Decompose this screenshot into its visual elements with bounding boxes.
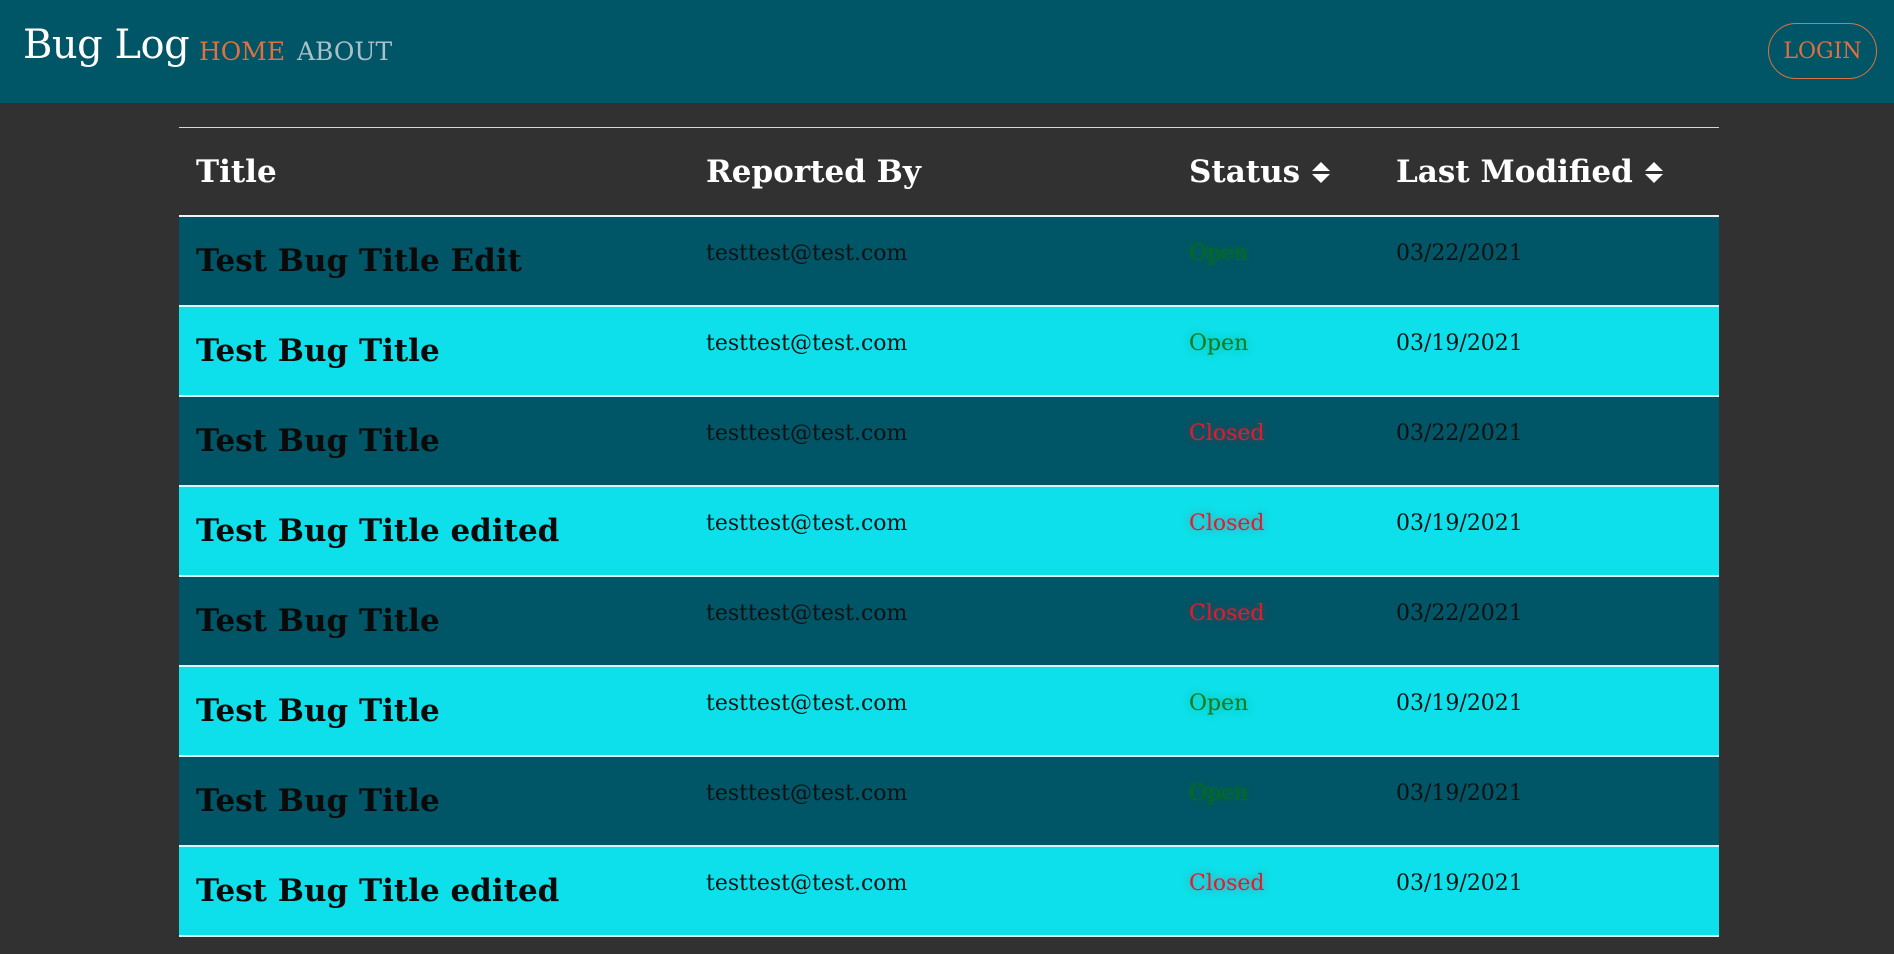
cell-reported-by: testtest@test.com xyxy=(706,691,908,716)
cell-reported-by: testtest@test.com xyxy=(706,511,908,536)
cell-last-modified: 03/22/2021 xyxy=(1396,241,1523,266)
cell-last-modified: 03/19/2021 xyxy=(1396,511,1523,536)
cell-last-modified: 03/19/2021 xyxy=(1396,691,1523,716)
cell-reported-by: testtest@test.com xyxy=(706,331,908,356)
cell-reported-by: testtest@test.com xyxy=(706,421,908,446)
cell-last-modified: 03/22/2021 xyxy=(1396,421,1523,446)
column-header-label: Last Modified xyxy=(1396,154,1633,190)
column-header-label: Title xyxy=(196,154,277,190)
sort-icon[interactable] xyxy=(1312,161,1331,183)
cell-status: Open xyxy=(1189,781,1249,806)
bug-table: Title Reported By Status Last Modified T… xyxy=(179,127,1719,954)
cell-last-modified: 03/19/2021 xyxy=(1396,331,1523,356)
table-row[interactable]: Test Bug Title edited testtest@test.com Cl… xyxy=(179,487,1719,577)
cell-status: Open xyxy=(1189,331,1249,356)
nav-link-home[interactable]: HOME xyxy=(199,37,285,66)
column-header-label: Status xyxy=(1189,154,1301,190)
cell-last-modified: 03/19/2021 xyxy=(1396,871,1523,896)
column-header-label: Reported By xyxy=(706,154,921,190)
cell-title: Test Bug Title xyxy=(196,603,440,639)
cell-title: Test Bug Title xyxy=(196,783,440,819)
cell-reported-by: testtest@test.com xyxy=(706,871,908,896)
table-row[interactable]: Test Bug Title testtest@test.com Open 03/19… xyxy=(179,757,1719,847)
table-row[interactable]: Test Bug Title testtest@test.com Closed 03/… xyxy=(179,577,1719,667)
cell-status: Closed xyxy=(1189,511,1265,536)
cell-title: Test Bug Title xyxy=(196,423,440,459)
table-row[interactable]: Test Bug Title edited testtest@test.com Cl… xyxy=(179,847,1719,937)
cell-title: Test Bug Title Edit xyxy=(196,243,522,279)
table-row[interactable]: Test Bug Title testtest@test.com Closed 03/… xyxy=(179,397,1719,487)
cell-title: Test Bug Title xyxy=(196,693,440,729)
table-row[interactable]: Test Bug Title Edit testtest@test.com Open… xyxy=(179,217,1719,307)
column-header-title: Title xyxy=(196,154,277,190)
cell-last-modified: 03/22/2021 xyxy=(1396,601,1523,626)
nav-link-about[interactable]: ABOUT xyxy=(297,37,392,66)
cell-status: Closed xyxy=(1189,601,1265,626)
login-button[interactable]: LOGIN xyxy=(1768,23,1877,79)
table-body: Test Bug Title Edit testtest@test.com Open… xyxy=(179,217,1719,937)
column-header-status[interactable]: Status xyxy=(1189,154,1331,190)
table-row[interactable]: Test Bug Title testtest@test.com Open 03/19… xyxy=(179,307,1719,397)
cell-title: Test Bug Title edited xyxy=(196,873,560,909)
cell-status: Open xyxy=(1189,241,1249,266)
table-header: Title Reported By Status Last Modified xyxy=(179,128,1719,217)
cell-reported-by: testtest@test.com xyxy=(706,781,908,806)
column-header-last-modified[interactable]: Last Modified xyxy=(1396,154,1663,190)
cell-last-modified: 03/19/2021 xyxy=(1396,781,1523,806)
sort-icon[interactable] xyxy=(1644,161,1663,183)
cell-title: Test Bug Title xyxy=(196,333,440,369)
cell-reported-by: testtest@test.com xyxy=(706,601,908,626)
cell-status: Closed xyxy=(1189,421,1265,446)
cell-title: Test Bug Title edited xyxy=(196,513,560,549)
table-row[interactable]: Test Bug Title testtest@test.com Open 03/19… xyxy=(179,667,1719,757)
navbar: Bug Log HOME ABOUT LOGIN xyxy=(0,0,1894,103)
cell-status: Closed xyxy=(1189,871,1265,896)
brand-logo[interactable]: Bug Log xyxy=(23,22,190,68)
column-header-reported-by: Reported By xyxy=(706,154,921,190)
cell-reported-by: testtest@test.com xyxy=(706,241,908,266)
cell-status: Open xyxy=(1189,691,1249,716)
